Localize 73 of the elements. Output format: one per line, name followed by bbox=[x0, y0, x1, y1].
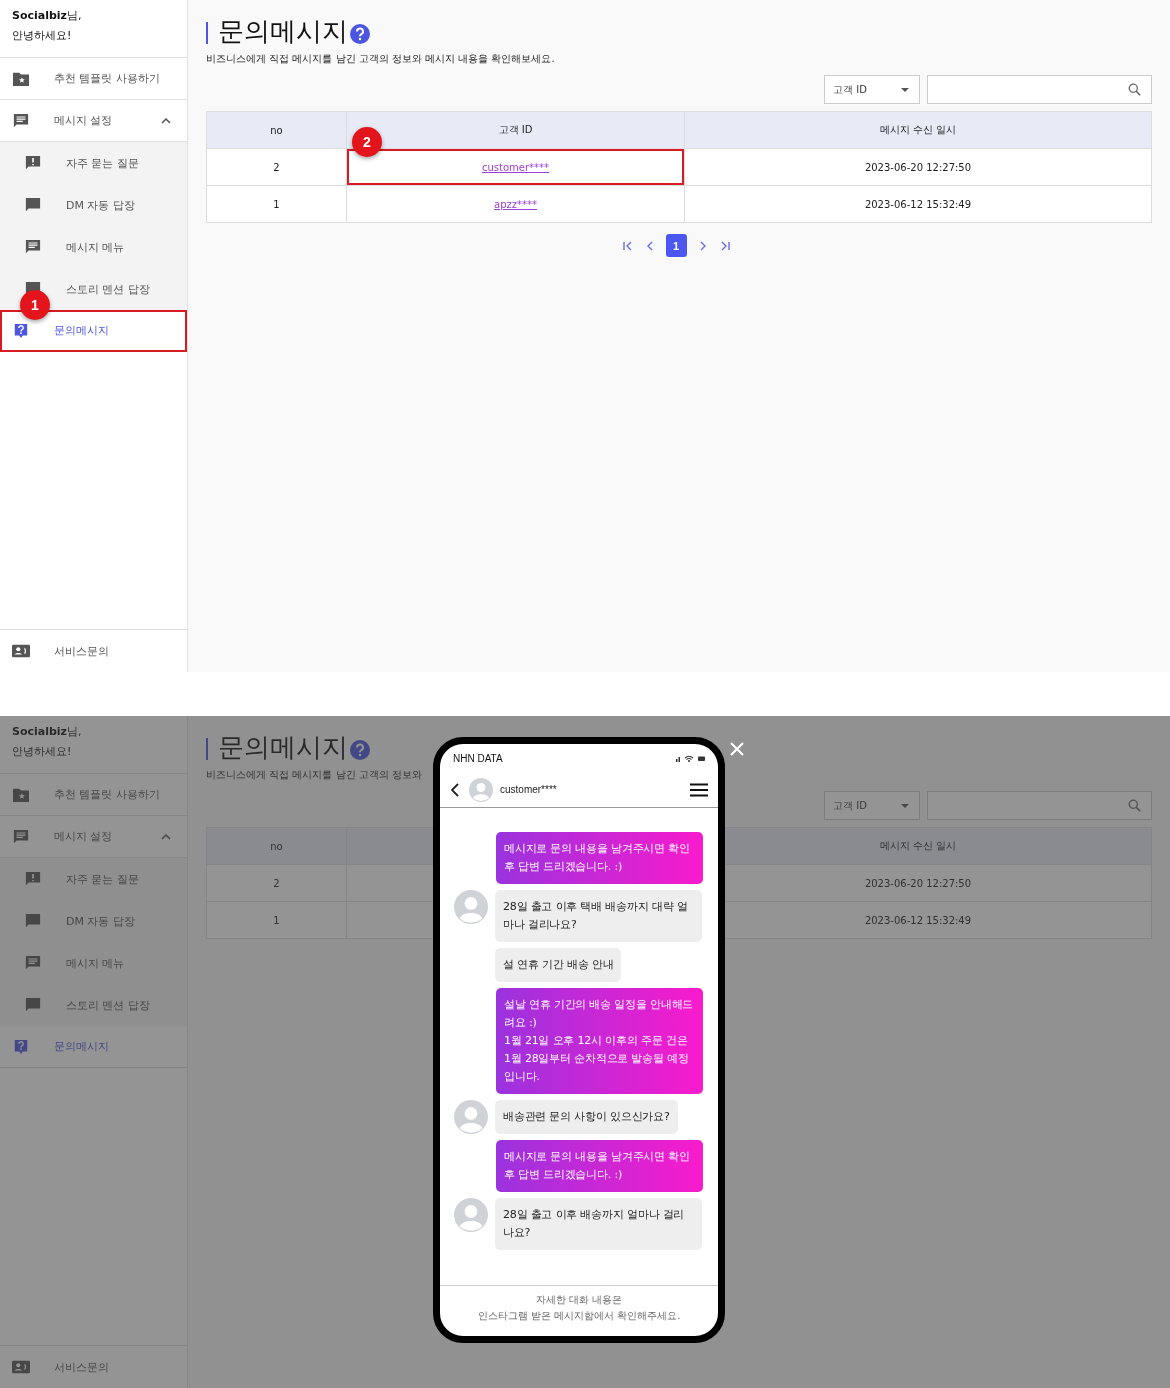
search-field[interactable] bbox=[927, 791, 1152, 820]
chat-icon bbox=[24, 913, 42, 929]
sidebar-item[interactable]: 메시지 메뉴 bbox=[0, 226, 187, 268]
carrier-text: NHN DATA bbox=[453, 752, 503, 764]
footer-note: 인스타그램 받은 메시지함에서 확인해주세요. bbox=[477, 1309, 681, 1323]
chat-icon bbox=[24, 239, 42, 255]
chat-icon bbox=[24, 955, 42, 971]
chat-icon bbox=[24, 197, 42, 213]
column-header: no bbox=[269, 839, 284, 854]
contact-card-icon bbox=[12, 1359, 30, 1375]
filter-dropdown[interactable]: 고객 ID bbox=[824, 791, 920, 820]
customer-link[interactable]: apzz**** bbox=[494, 198, 537, 210]
page-button[interactable]: 1 bbox=[665, 234, 687, 257]
table-cell: 2023-06-20 12:27:50 bbox=[864, 877, 972, 889]
page-description: 비즈니스에게 직접 메시지를 남긴 고객의 정보와 bbox=[206, 768, 423, 782]
greeting-text: 안녕하세요! bbox=[12, 744, 73, 760]
close-icon[interactable] bbox=[730, 742, 744, 756]
back-icon[interactable] bbox=[451, 782, 459, 797]
chat-icon bbox=[24, 997, 42, 1013]
table-cell: 2023-06-20 12:27:50 bbox=[864, 161, 972, 173]
page-title: 문의메시지 bbox=[218, 730, 348, 764]
menu-icon[interactable] bbox=[690, 782, 708, 797]
sidebar-item[interactable]: 메시지 메뉴 bbox=[0, 942, 187, 984]
table-cell: 1 bbox=[273, 198, 280, 210]
help-icon[interactable] bbox=[350, 740, 370, 760]
question-icon bbox=[12, 1038, 30, 1055]
message-bubble: 배송관련 문의 사항이 있으신가요? bbox=[495, 1100, 678, 1134]
customer-link[interactable]: customer**** bbox=[481, 161, 550, 173]
help-icon[interactable] bbox=[350, 24, 370, 44]
sidebar-item[interactable]: DM 자동 답장 bbox=[0, 184, 187, 226]
table-cell: 1 bbox=[273, 914, 280, 926]
table-cell: 2 bbox=[273, 877, 280, 889]
sidebar-item[interactable]: 스토리 멘션 답장 bbox=[0, 984, 187, 1026]
message-bubble: 메시지로 문의 내용을 남겨주시면 확인 후 답변 드리겠습니다. :) bbox=[496, 832, 703, 884]
sidebar-item[interactable]: 문의메시지 bbox=[0, 310, 187, 352]
sidebar-item[interactable]: 자주 묻는 질문 bbox=[0, 142, 187, 184]
message-bubble: 메시지로 문의 내용을 남겨주시면 확인 후 답변 드리겠습니다. :) bbox=[496, 1140, 703, 1192]
caret-icon bbox=[901, 803, 909, 808]
column-header: no bbox=[269, 123, 284, 138]
page-title: 문의메시지 bbox=[218, 14, 348, 48]
filter-dropdown[interactable]: 고객 ID bbox=[824, 75, 920, 104]
chat-icon bbox=[12, 112, 30, 129]
greeting-text: Socialbiz님, bbox=[12, 724, 83, 740]
greeting-text: 안녕하세요! bbox=[12, 28, 73, 44]
avatar-icon bbox=[469, 777, 493, 802]
folder-star-icon bbox=[12, 70, 30, 87]
search-icon bbox=[1128, 83, 1141, 96]
first-page-icon[interactable] bbox=[621, 239, 634, 252]
message-bubble: 28일 출고 이후 배송까지 얼마나 걸리나요? bbox=[495, 1198, 702, 1250]
caret-icon bbox=[901, 87, 909, 92]
table-cell: 2023-06-12 15:32:49 bbox=[864, 198, 972, 210]
table-cell: 2 bbox=[273, 161, 280, 173]
column-header: 메시지 수신 일시 bbox=[684, 112, 1151, 148]
chat-icon bbox=[12, 828, 30, 845]
table-cell: 2023-06-12 15:32:49 bbox=[864, 914, 972, 926]
folder-star-icon bbox=[12, 786, 30, 803]
chat-icon bbox=[24, 871, 42, 887]
contact-name: customer**** bbox=[500, 784, 558, 795]
page-description: 비즈니스에게 직접 메시지를 남긴 고객의 정보와 메시지 내용을 확인해보세요. bbox=[206, 52, 556, 66]
message-bubble: 28일 출고 이후 택배 배송까지 대략 얼마나 걸리나요? bbox=[495, 890, 702, 942]
chat-icon bbox=[24, 155, 42, 171]
sidebar-item[interactable]: DM 자동 답장 bbox=[0, 900, 187, 942]
search-field[interactable] bbox=[927, 75, 1152, 104]
message-bubble: 설날 연휴 기간의 배송 일정을 안내해드려요 :) 1월 21일 오후 12시 이후의 주문 건은 1월 28일부터 순차적으로 발송될 예정입니다. bbox=[496, 988, 703, 1094]
message-bubble: 설 연휴 기간 배송 안내 bbox=[495, 948, 622, 982]
search-icon bbox=[1128, 799, 1141, 812]
contact-card-icon bbox=[12, 643, 30, 659]
greeting-text: Socialbiz님, bbox=[12, 8, 83, 24]
sidebar-item[interactable]: 자주 묻는 질문 bbox=[0, 858, 187, 900]
question-icon bbox=[12, 322, 30, 339]
footer-note: 자세한 대화 내용은 bbox=[535, 1293, 623, 1307]
status-icons bbox=[676, 754, 706, 762]
step-badge: 2 bbox=[352, 127, 382, 157]
